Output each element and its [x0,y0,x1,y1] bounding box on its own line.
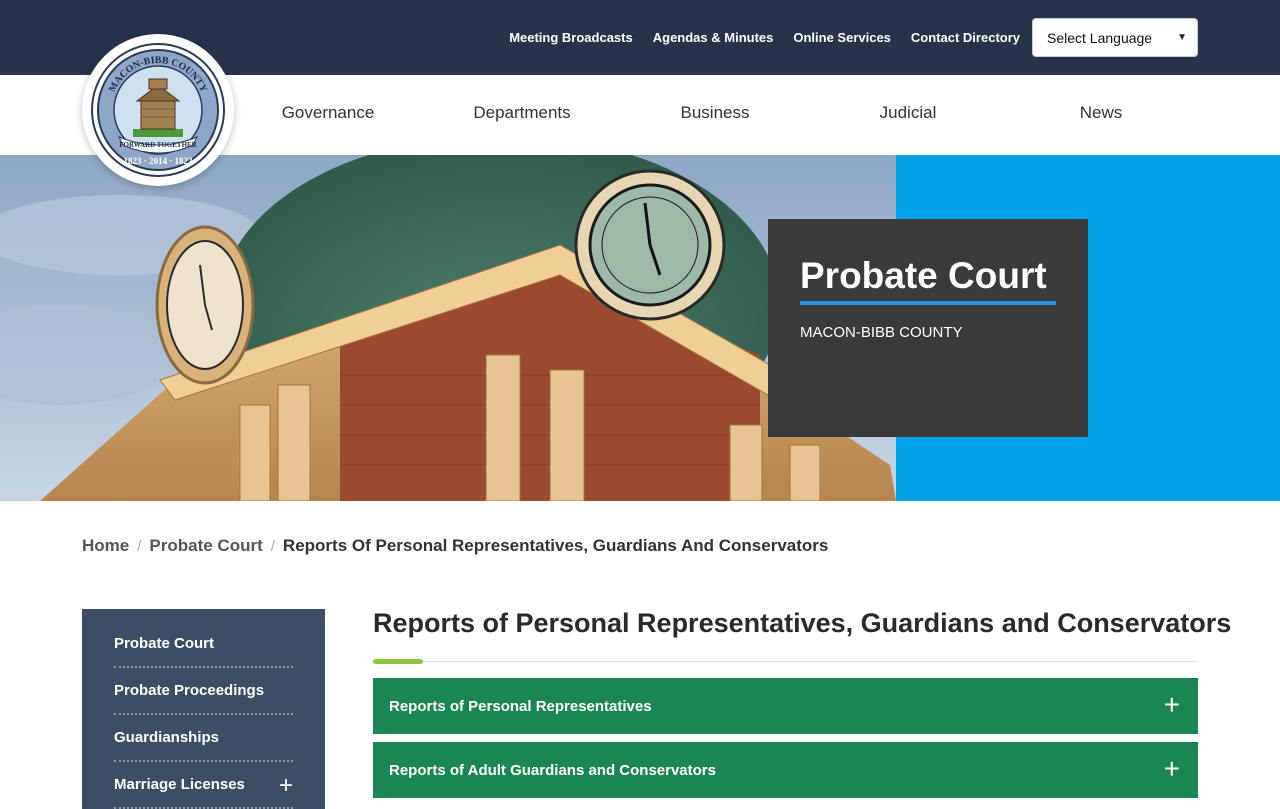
accordion-personal-representatives[interactable]: Reports of Personal Representatives + [373,678,1198,734]
sidebar-item-probate-proceedings[interactable]: Probate Proceedings [114,668,293,715]
nav-departments[interactable]: Departments [473,103,570,123]
expand-plus-icon[interactable]: + [1164,691,1180,719]
title-accent-bar [373,659,423,664]
expand-plus-icon[interactable]: + [279,774,293,798]
sidebar-item-guardianships[interactable]: Guardianships [114,715,293,762]
language-select-value: Select Language [1047,29,1153,46]
online-services-link[interactable]: Online Services [793,30,891,45]
accordion-adult-guardians-conservators[interactable]: Reports of Adult Guardians and Conservat… [373,742,1198,798]
seal-graphic: MACON-BIBB COUNTY FORWARD TOGETHER 1823 … [91,43,225,177]
breadcrumb-separator: / [137,537,142,555]
breadcrumb: Home / Probate Court / Reports Of Person… [82,536,828,556]
svg-text:1823 · 2014 · 1822: 1823 · 2014 · 1822 [123,156,193,166]
courthouse-clock-tower-photo [0,155,896,501]
sidebar-item-label: Guardianships [114,729,220,746]
hero-subtitle: MACON-BIBB COUNTY [800,324,963,341]
nav-governance[interactable]: Governance [282,103,375,123]
svg-text:FORWARD TOGETHER: FORWARD TOGETHER [119,141,197,149]
page-title: Reports of Personal Representatives, Gua… [373,608,1232,638]
sidebar-nav: Probate Court Probate Proceedings Guardi… [82,609,325,809]
breadcrumb-separator: / [270,537,275,555]
hero-title-rule [800,301,1056,305]
utility-links: Meeting Broadcasts Agendas & Minutes Onl… [489,18,1198,57]
meeting-broadcasts-link[interactable]: Meeting Broadcasts [509,30,633,45]
breadcrumb-current: Reports Of Personal Representatives, Gua… [282,536,829,555]
sidebar-item-marriage-licenses[interactable]: Marriage Licenses + [114,762,293,809]
sidebar-item-probate-court[interactable]: Probate Court [114,621,293,668]
expand-plus-icon[interactable]: + [1164,755,1180,783]
hero-title-card: Probate Court MACON-BIBB COUNTY [768,219,1088,437]
accordion-label: Reports of Adult Guardians and Conservat… [389,761,716,779]
county-seal-logo[interactable]: MACON-BIBB COUNTY FORWARD TOGETHER 1823 … [82,34,234,186]
sidebar-item-label: Marriage Licenses [114,776,245,793]
contact-directory-link[interactable]: Contact Directory [911,30,1020,45]
breadcrumb-probate-court[interactable]: Probate Court [149,536,262,556]
accordion-label: Reports of Personal Representatives [389,697,652,715]
nav-business[interactable]: Business [681,103,750,123]
agendas-minutes-link[interactable]: Agendas & Minutes [653,30,774,45]
nav-judicial[interactable]: Judicial [880,103,937,123]
language-select[interactable]: Select Language ▼ [1032,18,1198,57]
nav-news[interactable]: News [1080,103,1123,123]
title-divider [373,661,1198,662]
chevron-down-icon: ▼ [1177,32,1187,43]
sidebar-item-label: Probate Court [114,635,215,652]
hero-title: Probate Court [800,255,1047,296]
sidebar-item-label: Probate Proceedings [114,682,265,699]
hero-banner: Probate Court MACON-BIBB COUNTY [0,155,1280,501]
breadcrumb-home[interactable]: Home [82,536,129,556]
